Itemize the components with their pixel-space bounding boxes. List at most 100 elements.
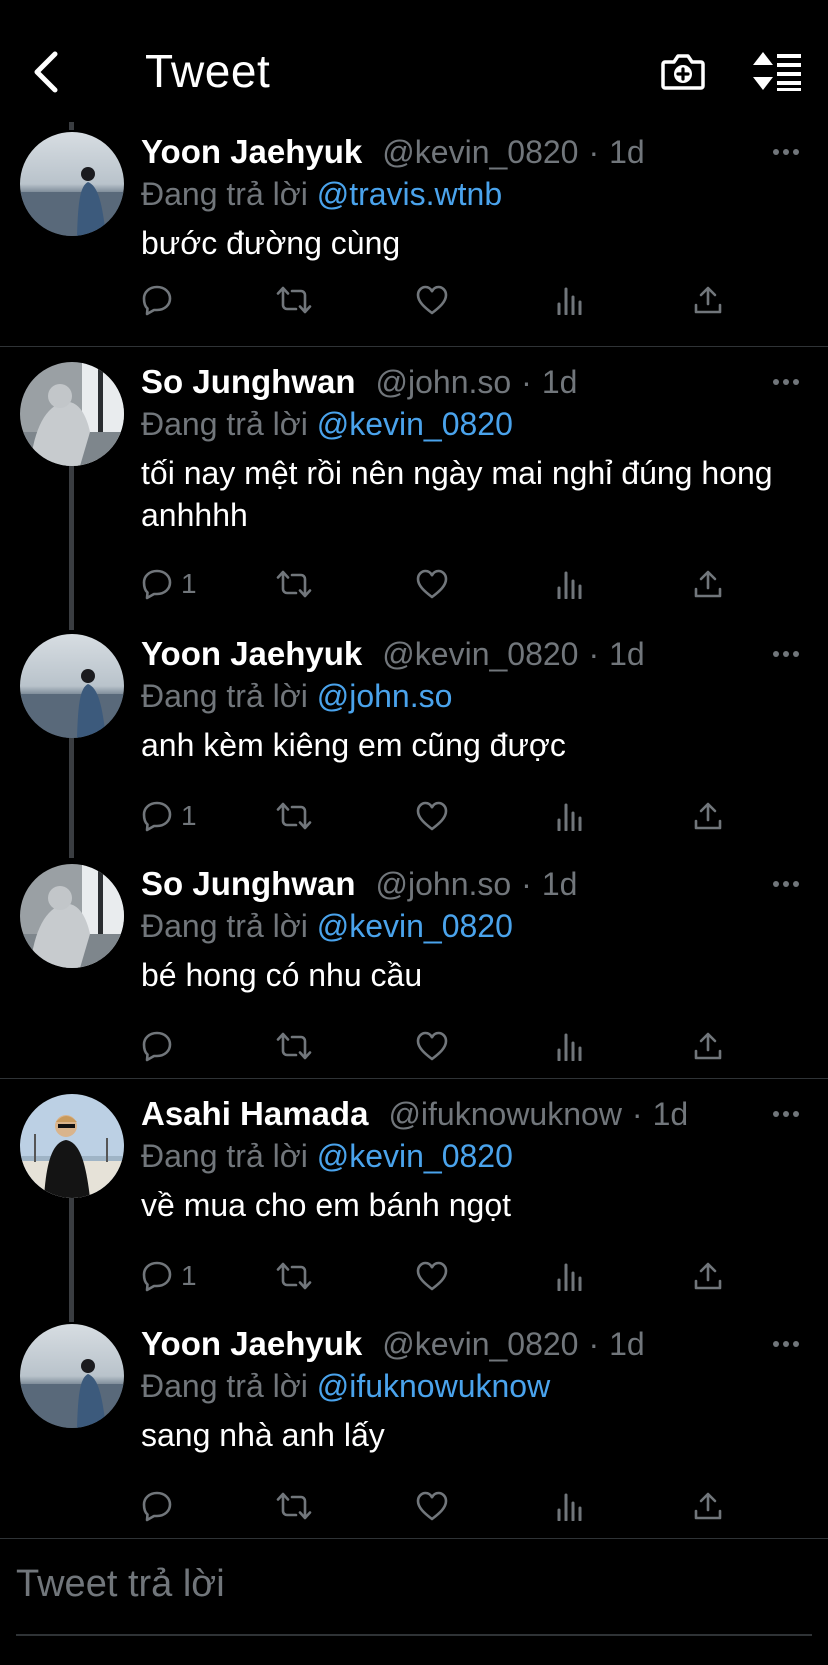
tweet-text: tối nay mệt rồi nên ngày mai nghỉ đúng h… (141, 455, 773, 533)
display-name[interactable]: So Junghwan (141, 864, 356, 904)
like-button[interactable] (416, 1486, 448, 1526)
mention-link[interactable]: @kevin_0820 (317, 1138, 513, 1174)
mention-link[interactable]: @kevin_0820 (317, 908, 513, 944)
more-options-button[interactable] (766, 634, 806, 674)
views-button[interactable] (556, 564, 584, 604)
like-button[interactable] (416, 796, 448, 836)
retweet-button[interactable] (276, 1486, 312, 1526)
reply-button[interactable] (141, 1486, 181, 1526)
replying-to: Đang trả lời @kevin_0820 (141, 906, 814, 946)
back-button[interactable] (26, 46, 66, 98)
display-name[interactable]: Yoon Jaehyuk (141, 132, 362, 172)
tweet-actions: 1 (141, 564, 814, 604)
more-icon (773, 881, 799, 887)
reply-input-underline (16, 1634, 812, 1636)
views-button[interactable] (556, 1486, 584, 1526)
like-button[interactable] (416, 564, 448, 604)
mention-link[interactable]: @ifuknowuknow (317, 1368, 550, 1404)
views-button[interactable] (556, 1026, 584, 1066)
avatar[interactable] (20, 362, 124, 466)
share-button[interactable] (693, 1026, 723, 1066)
user-handle[interactable]: @kevin_0820 (382, 634, 578, 674)
analytics-icon (557, 1263, 582, 1291)
retweet-button[interactable] (276, 1026, 312, 1066)
avatar[interactable] (20, 634, 124, 738)
avatar[interactable] (20, 864, 124, 968)
views-button[interactable] (556, 280, 584, 320)
divider (0, 346, 828, 347)
meta-separator: · (588, 134, 600, 170)
timestamp[interactable]: 1d (542, 864, 578, 904)
more-options-button[interactable] (766, 362, 806, 402)
more-options-button[interactable] (766, 1094, 806, 1134)
views-button[interactable] (556, 796, 584, 836)
display-name[interactable]: So Junghwan (141, 362, 356, 402)
share-button[interactable] (693, 280, 723, 320)
reply-button[interactable] (141, 1026, 181, 1066)
reply-button[interactable] (141, 280, 181, 320)
chevron-left-icon (34, 51, 58, 93)
like-button[interactable] (416, 280, 448, 320)
timestamp[interactable]: 1d (609, 1324, 645, 1364)
reply-button[interactable]: 1 (141, 1256, 197, 1296)
display-name[interactable]: Yoon Jaehyuk (141, 634, 362, 674)
retweet-button[interactable] (276, 796, 312, 836)
more-options-button[interactable] (766, 864, 806, 904)
user-handle[interactable]: @john.so (376, 362, 512, 402)
avatar[interactable] (20, 1324, 124, 1428)
reply-icon (142, 1031, 172, 1062)
mention-link[interactable]: @kevin_0820 (317, 406, 513, 442)
avatar[interactable] (20, 132, 124, 236)
reply-button[interactable]: 1 (141, 564, 197, 604)
share-button[interactable] (693, 1486, 723, 1526)
tweet-actions: 1 (141, 1256, 814, 1296)
share-button[interactable] (693, 796, 723, 836)
camera-plus-icon (661, 54, 705, 90)
mention-link[interactable]: @travis.wtnb (317, 176, 502, 212)
heart-icon (416, 569, 448, 599)
like-button[interactable] (416, 1256, 448, 1296)
timestamp[interactable]: 1d (609, 634, 645, 674)
sort-button[interactable] (750, 44, 804, 98)
thread-connector (69, 1198, 74, 1322)
retweet-button[interactable] (276, 564, 312, 604)
mention-link[interactable]: @john.so (317, 678, 453, 714)
tweet-actions: 1 (141, 796, 814, 836)
like-button[interactable] (416, 1026, 448, 1066)
retweet-button[interactable] (276, 280, 312, 320)
camera-button[interactable] (656, 44, 710, 98)
reply-button[interactable]: 1 (141, 796, 197, 836)
timestamp[interactable]: 1d (653, 1094, 689, 1134)
user-handle[interactable]: @kevin_0820 (382, 132, 578, 172)
retweet-icon (276, 1492, 312, 1520)
user-handle[interactable]: @kevin_0820 (382, 1324, 578, 1364)
tweet-text: về mua cho em bánh ngọt (141, 1187, 512, 1223)
share-button[interactable] (693, 1256, 723, 1296)
meta-separator: · (631, 1096, 643, 1132)
share-button[interactable] (693, 564, 723, 604)
views-button[interactable] (556, 1256, 584, 1296)
retweet-button[interactable] (276, 1256, 312, 1296)
thread-connector (69, 122, 74, 130)
reply-icon (142, 1261, 172, 1292)
reply-input[interactable] (16, 1556, 796, 1612)
timestamp[interactable]: 1d (542, 362, 578, 402)
replying-to: Đang trả lời @travis.wtnb (141, 174, 814, 214)
retweet-icon (276, 286, 312, 314)
display-name[interactable]: Asahi Hamada (141, 1094, 368, 1134)
heart-icon (416, 1491, 448, 1521)
user-handle[interactable]: @ifuknowuknow (388, 1094, 621, 1134)
display-name[interactable]: Yoon Jaehyuk (141, 1324, 362, 1364)
more-options-button[interactable] (766, 132, 806, 172)
tweet-actions (141, 1486, 814, 1526)
reply-icon (142, 801, 172, 832)
analytics-icon (557, 803, 582, 831)
avatar[interactable] (20, 1094, 124, 1198)
more-options-button[interactable] (766, 1324, 806, 1364)
analytics-icon (557, 1493, 582, 1521)
more-icon (773, 1341, 799, 1347)
user-handle[interactable]: @john.so (376, 864, 512, 904)
meta-separator: · (588, 636, 600, 672)
timestamp[interactable]: 1d (609, 132, 645, 172)
tweet-actions (141, 1026, 814, 1066)
